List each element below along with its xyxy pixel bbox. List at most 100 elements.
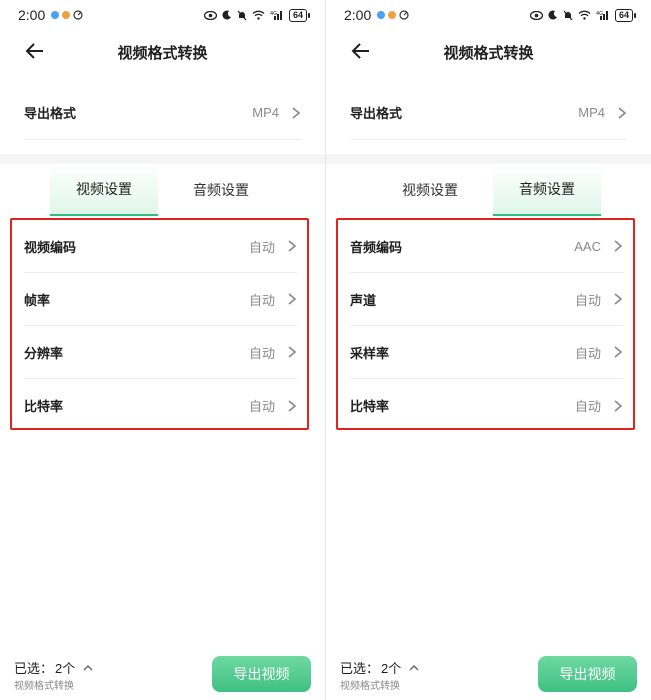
app-notification-icon: [51, 11, 60, 19]
setting-row-resolution[interactable]: 分辨率 自动: [24, 326, 297, 379]
tab-video-settings[interactable]: 视频设置: [376, 164, 484, 216]
setting-value: 自动: [248, 345, 275, 361]
page-title: 视频格式转换: [443, 45, 534, 62]
header: 视频格式转换: [0, 30, 325, 74]
arrow-left-icon[interactable]: [348, 38, 374, 64]
page-title: 视频格式转换: [117, 45, 208, 62]
chevron-right-icon: [614, 293, 623, 305]
mute-icon: [563, 10, 573, 20]
chevron-right-icon: [614, 399, 623, 412]
notification-icons: [377, 10, 409, 20]
setting-value: 自动: [248, 239, 275, 255]
export-format-row[interactable]: 导出格式 MP4: [24, 86, 301, 140]
setting-value: 自动: [574, 292, 601, 308]
tab-audio-settings[interactable]: 音频设置: [493, 164, 601, 216]
wifi-icon: [578, 10, 591, 20]
chevron-right-icon: [288, 240, 297, 252]
status-time: 2:00: [18, 7, 46, 23]
settings-tabs: 视频设置 音频设置: [326, 164, 651, 216]
selected-summary[interactable]: 已选： 2个: [340, 658, 419, 677]
setting-value: 自动: [248, 399, 275, 414]
section-divider: [326, 154, 651, 164]
setting-label: 音频编码: [350, 239, 403, 255]
moon-icon: [222, 10, 231, 20]
chevron-right-icon: [292, 106, 301, 119]
selected-count: 2个: [55, 661, 76, 676]
settings-tabs: 视频设置 音频设置: [0, 164, 325, 216]
setting-row-bitrate[interactable]: 比特率 自动: [24, 379, 297, 432]
selected-count: 2个: [381, 661, 402, 676]
setting-value: AAC: [574, 238, 601, 254]
setting-row-bitrate[interactable]: 比特率 自动: [350, 379, 623, 432]
app-notification-icon: [62, 11, 71, 19]
setting-label: 分辨率: [24, 345, 64, 361]
selected-label: 已选：: [340, 661, 380, 676]
status-time: 2:00: [344, 7, 372, 23]
setting-row-channels[interactable]: 声道 自动: [350, 273, 623, 326]
setting-value: 自动: [574, 345, 601, 361]
speed-icon: [399, 10, 409, 20]
eye-icon: [203, 10, 217, 20]
selected-label: 已选：: [14, 661, 54, 676]
setting-value: 自动: [574, 399, 601, 414]
chevron-right-icon: [614, 240, 623, 252]
setting-row-sample-rate[interactable]: 采样率 自动: [350, 326, 623, 379]
setting-label: 帧率: [24, 292, 51, 308]
screen-video-settings: 2:00 4G 64 视频格式转换 导出格式 MP4 视频设置 音频设置 视频编…: [0, 0, 325, 700]
setting-label: 比特率: [24, 399, 64, 414]
system-icons: 4G 64: [203, 8, 311, 22]
selected-summary[interactable]: 已选： 2个: [14, 658, 93, 677]
svg-text:4G: 4G: [270, 11, 277, 17]
status-bar: 2:00 4G 64: [0, 0, 325, 30]
speed-icon: [73, 10, 83, 20]
moon-icon: [548, 10, 557, 20]
export-format-label: 导出格式: [24, 106, 77, 121]
svg-text:4G: 4G: [596, 11, 603, 17]
signal-icon: 4G: [270, 11, 282, 20]
screen-audio-settings: 2:00 4G 64 视频格式转换 导出格式 MP4 视频设置 音频设置 音频编…: [326, 0, 651, 700]
tab-video-settings[interactable]: 视频设置: [50, 164, 158, 216]
signal-icon: 4G: [596, 11, 608, 20]
setting-label: 声道: [350, 292, 377, 308]
selected-subtitle: 视频格式转换: [340, 681, 400, 692]
setting-row-audio-codec[interactable]: 音频编码 AAC: [350, 220, 623, 273]
chevron-right-icon: [618, 106, 627, 119]
setting-label: 视频编码: [24, 239, 77, 255]
export-format-label: 导出格式: [350, 106, 403, 121]
export-video-button[interactable]: 导出视频: [212, 656, 311, 692]
selected-subtitle: 视频格式转换: [14, 681, 74, 692]
chevron-up-icon[interactable]: [83, 664, 93, 672]
app-notification-icon: [388, 11, 397, 19]
audio-settings-list: 音频编码 AAC 声道 自动 采样率 自动 比特率 自动: [336, 218, 635, 430]
system-icons: 4G 64: [529, 8, 637, 22]
chevron-right-icon: [288, 399, 297, 412]
video-settings-list: 视频编码 自动 帧率 自动 分辨率 自动 比特率 自动: [10, 218, 309, 430]
status-bar: 2:00 4G 64: [326, 0, 651, 30]
export-format-value: MP4: [252, 105, 279, 120]
section-divider: [0, 154, 325, 164]
setting-label: 比特率: [350, 399, 390, 414]
notification-icons: [51, 10, 83, 20]
setting-label: 采样率: [350, 345, 390, 361]
mute-icon: [237, 10, 247, 20]
export-format-row[interactable]: 导出格式 MP4: [350, 86, 627, 140]
setting-row-video-codec[interactable]: 视频编码 自动: [24, 220, 297, 273]
chevron-right-icon: [288, 293, 297, 305]
chevron-right-icon: [288, 346, 297, 358]
chevron-right-icon: [614, 346, 623, 358]
header: 视频格式转换: [326, 30, 651, 74]
bottom-bar: 已选： 2个 视频格式转换 导出视频: [326, 648, 651, 700]
export-video-button[interactable]: 导出视频: [538, 656, 637, 692]
bottom-bar: 已选： 2个 视频格式转换 导出视频: [0, 648, 325, 700]
app-notification-icon: [377, 11, 386, 19]
arrow-left-icon[interactable]: [22, 38, 48, 64]
export-format-value: MP4: [578, 105, 605, 120]
setting-value: 自动: [248, 292, 275, 308]
setting-row-frame-rate[interactable]: 帧率 自动: [24, 273, 297, 326]
wifi-icon: [252, 10, 265, 20]
battery-icon: 64: [288, 8, 311, 22]
battery-icon: 64: [614, 8, 637, 22]
chevron-up-icon[interactable]: [409, 664, 419, 672]
tab-audio-settings[interactable]: 音频设置: [167, 164, 275, 216]
eye-icon: [529, 10, 543, 20]
